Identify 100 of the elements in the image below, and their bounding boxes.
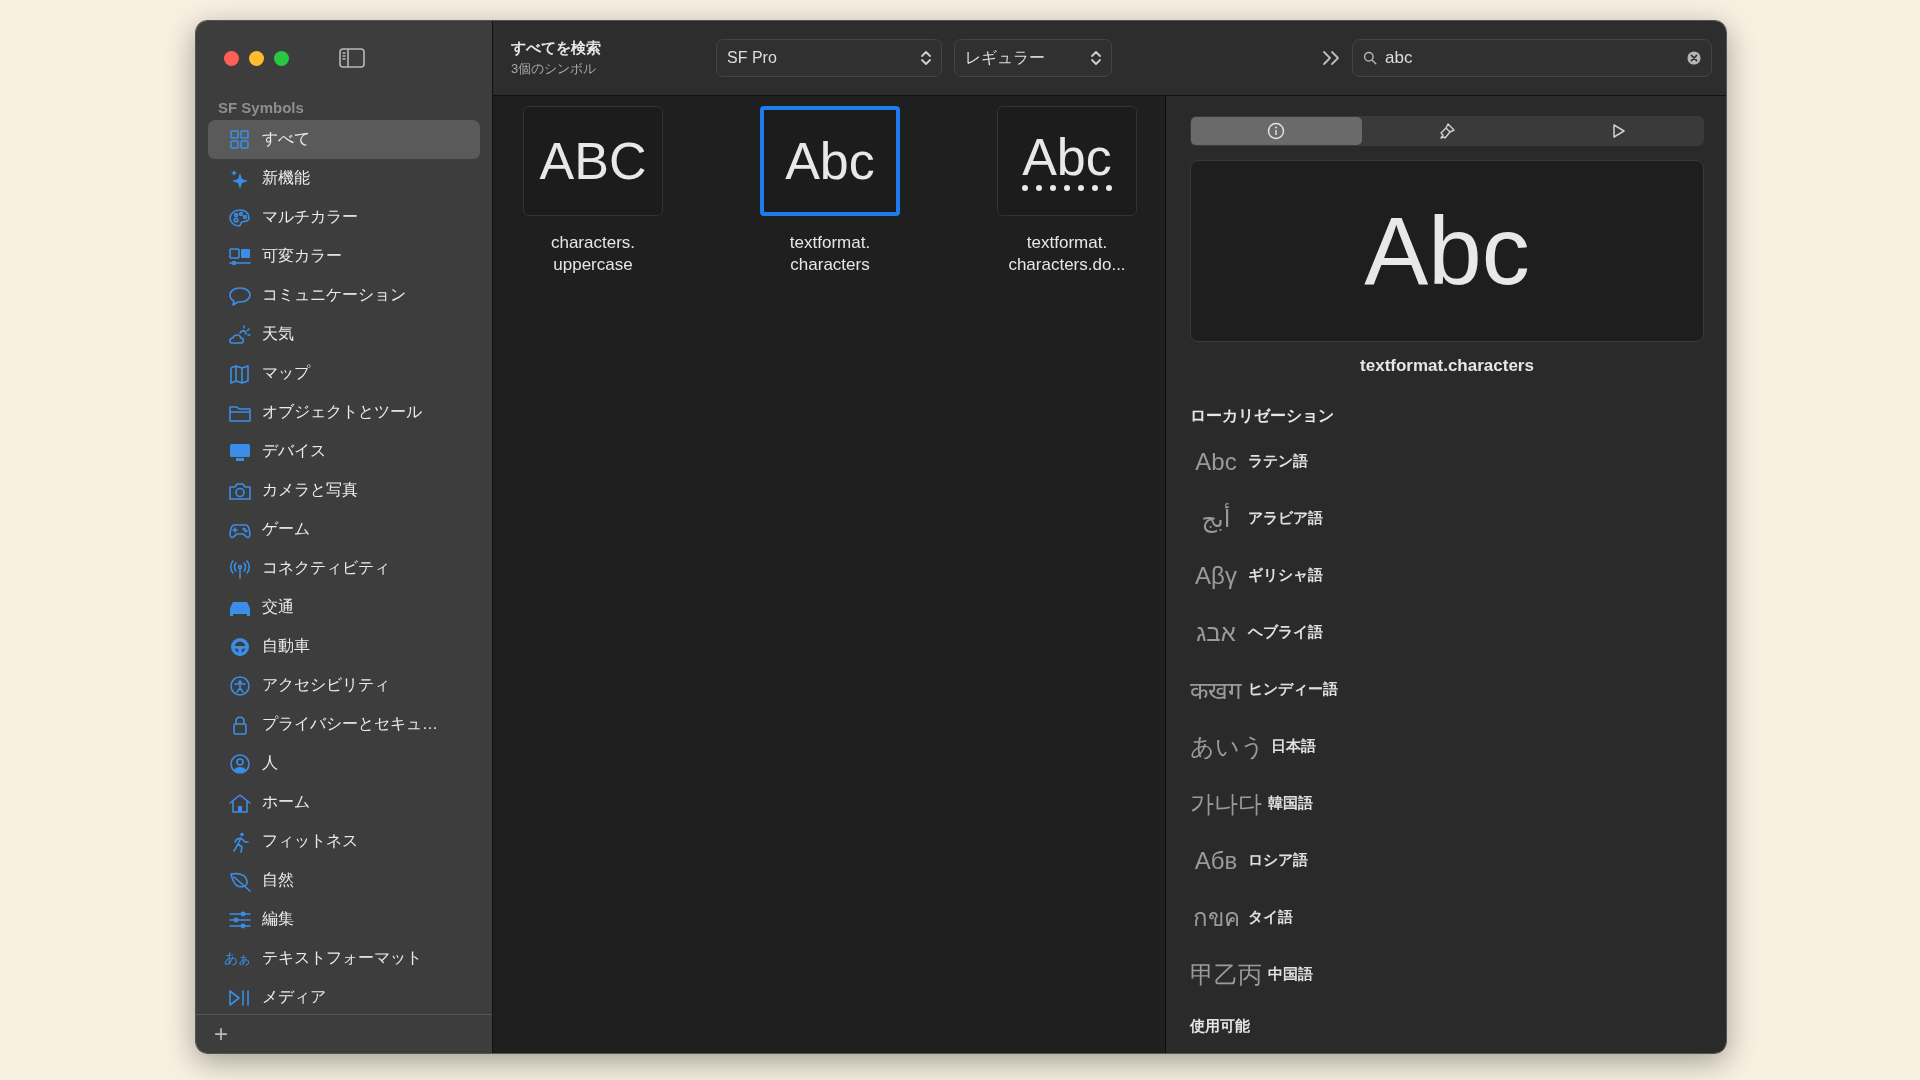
preview-glyph: Abc bbox=[1364, 196, 1530, 306]
sidebar-item[interactable]: アクセシビリティ bbox=[208, 666, 480, 705]
symbol-tile[interactable]: Abc bbox=[997, 106, 1137, 216]
sidebar-item-label: 人 bbox=[262, 753, 278, 773]
sidebar-item[interactable]: 新機能 bbox=[208, 159, 480, 198]
cloud-sun-icon bbox=[228, 323, 252, 346]
sidebar-item[interactable]: 交通 bbox=[208, 588, 480, 627]
localized-sample: 가나다 bbox=[1190, 788, 1262, 819]
localized-sample: אבג bbox=[1195, 618, 1237, 647]
sidebar-item[interactable]: オブジェクトとツール bbox=[208, 393, 480, 432]
sidebar-item-label: プライバシーとセキュ… bbox=[262, 714, 438, 734]
symbol-glyph: ABC bbox=[539, 135, 647, 187]
symbol-count: 3個のシンボル bbox=[511, 59, 598, 78]
sidebar-item[interactable]: フィットネス bbox=[208, 822, 480, 861]
localized-sample: Abc bbox=[1194, 447, 1238, 476]
map-icon bbox=[228, 362, 252, 385]
text-format-icon: あぁ bbox=[224, 949, 252, 968]
weight-popup[interactable]: レギュラー bbox=[954, 39, 1112, 77]
sidebar-toggle-icon[interactable] bbox=[339, 48, 365, 68]
language-label: 日本語 bbox=[1271, 737, 1316, 756]
section-heading: ローカリゼーション bbox=[1190, 406, 1335, 426]
localized-sample: Абв bbox=[1193, 846, 1239, 875]
sidebar-item-label: すべて bbox=[262, 129, 310, 149]
sidebar-item-label: 自動車 bbox=[262, 636, 310, 656]
symbol-name: textformat. characters.do... bbox=[1008, 232, 1126, 276]
symbol-tile[interactable]: ABC bbox=[523, 106, 663, 216]
localized-sample: กขค bbox=[1191, 903, 1241, 933]
language-label: ラテン語 bbox=[1248, 452, 1308, 471]
language-label: 中国語 bbox=[1268, 965, 1313, 984]
steering-wheel-icon bbox=[228, 635, 252, 658]
language-label: タイ語 bbox=[1248, 908, 1293, 927]
sidebar-item-label: 自然 bbox=[262, 870, 294, 890]
minimize-button[interactable] bbox=[249, 50, 264, 66]
sidebar-item-label: マップ bbox=[262, 363, 310, 383]
sidebar-item[interactable]: 編集 bbox=[208, 900, 480, 939]
double-chevron-icon[interactable] bbox=[1320, 49, 1342, 67]
language-label: ヒンディー語 bbox=[1248, 680, 1338, 699]
sidebar-item-label: アクセシビリティ bbox=[262, 675, 390, 695]
sidebar-item-label: メディア bbox=[262, 987, 326, 1007]
symbol-tile[interactable]: Abc bbox=[760, 106, 900, 216]
stepper-icon bbox=[919, 48, 933, 68]
sidebar-item[interactable]: 人 bbox=[208, 744, 480, 783]
language-label: ギリシャ語 bbox=[1248, 566, 1323, 585]
accessibility-icon bbox=[228, 674, 252, 697]
symbol-glyph: Abc bbox=[1022, 131, 1112, 183]
search-field[interactable]: abc bbox=[1352, 39, 1712, 77]
sidebar-heading: SF Symbols bbox=[217, 98, 305, 118]
stepper-icon bbox=[1089, 48, 1103, 68]
localized-sample: أبج bbox=[1200, 504, 1232, 533]
font-popup[interactable]: SF Pro bbox=[716, 39, 942, 77]
sidebar-item-label: 交通 bbox=[262, 597, 294, 617]
section-heading: 使用可能 bbox=[1190, 1017, 1251, 1036]
dotted-underline-icon bbox=[1022, 185, 1112, 191]
localized-sample: あいう bbox=[1190, 731, 1265, 762]
house-icon bbox=[228, 791, 252, 814]
close-button[interactable] bbox=[224, 50, 239, 66]
sidebar-item[interactable]: あぁ テキストフォーマット bbox=[208, 939, 480, 978]
panels-icon bbox=[228, 245, 252, 268]
sidebar-item[interactable]: ゲーム bbox=[208, 510, 480, 549]
language-label: ヘブライ語 bbox=[1248, 623, 1323, 642]
sidebar-item[interactable]: 天気 bbox=[208, 315, 480, 354]
speech-bubble-icon bbox=[228, 284, 252, 307]
localized-sample: Aβγ bbox=[1194, 561, 1238, 590]
sidebar-item[interactable]: カメラと写真 bbox=[208, 471, 480, 510]
sidebar-item-label: ホーム bbox=[262, 792, 310, 812]
add-button[interactable]: + bbox=[208, 1020, 234, 1048]
palette-icon bbox=[228, 206, 252, 229]
sidebar-item[interactable]: コネクティビティ bbox=[208, 549, 480, 588]
sidebar-item[interactable]: デバイス bbox=[208, 432, 480, 471]
sidebar-item[interactable]: メディア bbox=[208, 978, 480, 1014]
sidebar-item-label: オブジェクトとツール bbox=[262, 402, 422, 422]
symbol-name: characters. uppercase bbox=[550, 232, 636, 276]
info-icon bbox=[1267, 122, 1286, 140]
sidebar-item-label: カメラと写真 bbox=[262, 480, 358, 500]
language-label: アラビア語 bbox=[1248, 509, 1323, 528]
sidebar-item-label: 編集 bbox=[262, 909, 294, 929]
sidebar-item[interactable]: 自動車 bbox=[208, 627, 480, 666]
grid-icon bbox=[228, 128, 252, 151]
sidebar-item-label: ゲーム bbox=[262, 519, 310, 539]
sidebar-item[interactable]: 可変カラー bbox=[208, 237, 480, 276]
sidebar-item-label: デバイス bbox=[262, 441, 326, 461]
paintbrush-icon bbox=[1438, 122, 1456, 140]
sidebar-item[interactable]: 自然 bbox=[208, 861, 480, 900]
sidebar-item-label: 可変カラー bbox=[262, 246, 342, 266]
sidebar-item-label: フィットネス bbox=[262, 831, 358, 851]
sidebar-item[interactable]: コミュニケーション bbox=[208, 276, 480, 315]
search-input[interactable]: abc bbox=[1385, 48, 1679, 68]
sidebar-item[interactable]: すべて bbox=[208, 120, 480, 159]
sidebar-item-label: コミュニケーション bbox=[262, 285, 406, 305]
sidebar-item[interactable]: マルチカラー bbox=[208, 198, 480, 237]
sidebar-item[interactable]: プライバシーとセキュ… bbox=[208, 705, 480, 744]
language-label: ロシア語 bbox=[1248, 851, 1308, 870]
selected-symbol-name: textformat.characters bbox=[1359, 356, 1535, 376]
localized-sample: कखग bbox=[1190, 676, 1242, 706]
zoom-button[interactable] bbox=[274, 50, 289, 66]
language-label: 韓国語 bbox=[1268, 794, 1313, 813]
sidebar-item[interactable]: ホーム bbox=[208, 783, 480, 822]
sidebar-item[interactable]: マップ bbox=[208, 354, 480, 393]
antenna-icon bbox=[228, 557, 252, 580]
person-icon bbox=[228, 752, 252, 775]
